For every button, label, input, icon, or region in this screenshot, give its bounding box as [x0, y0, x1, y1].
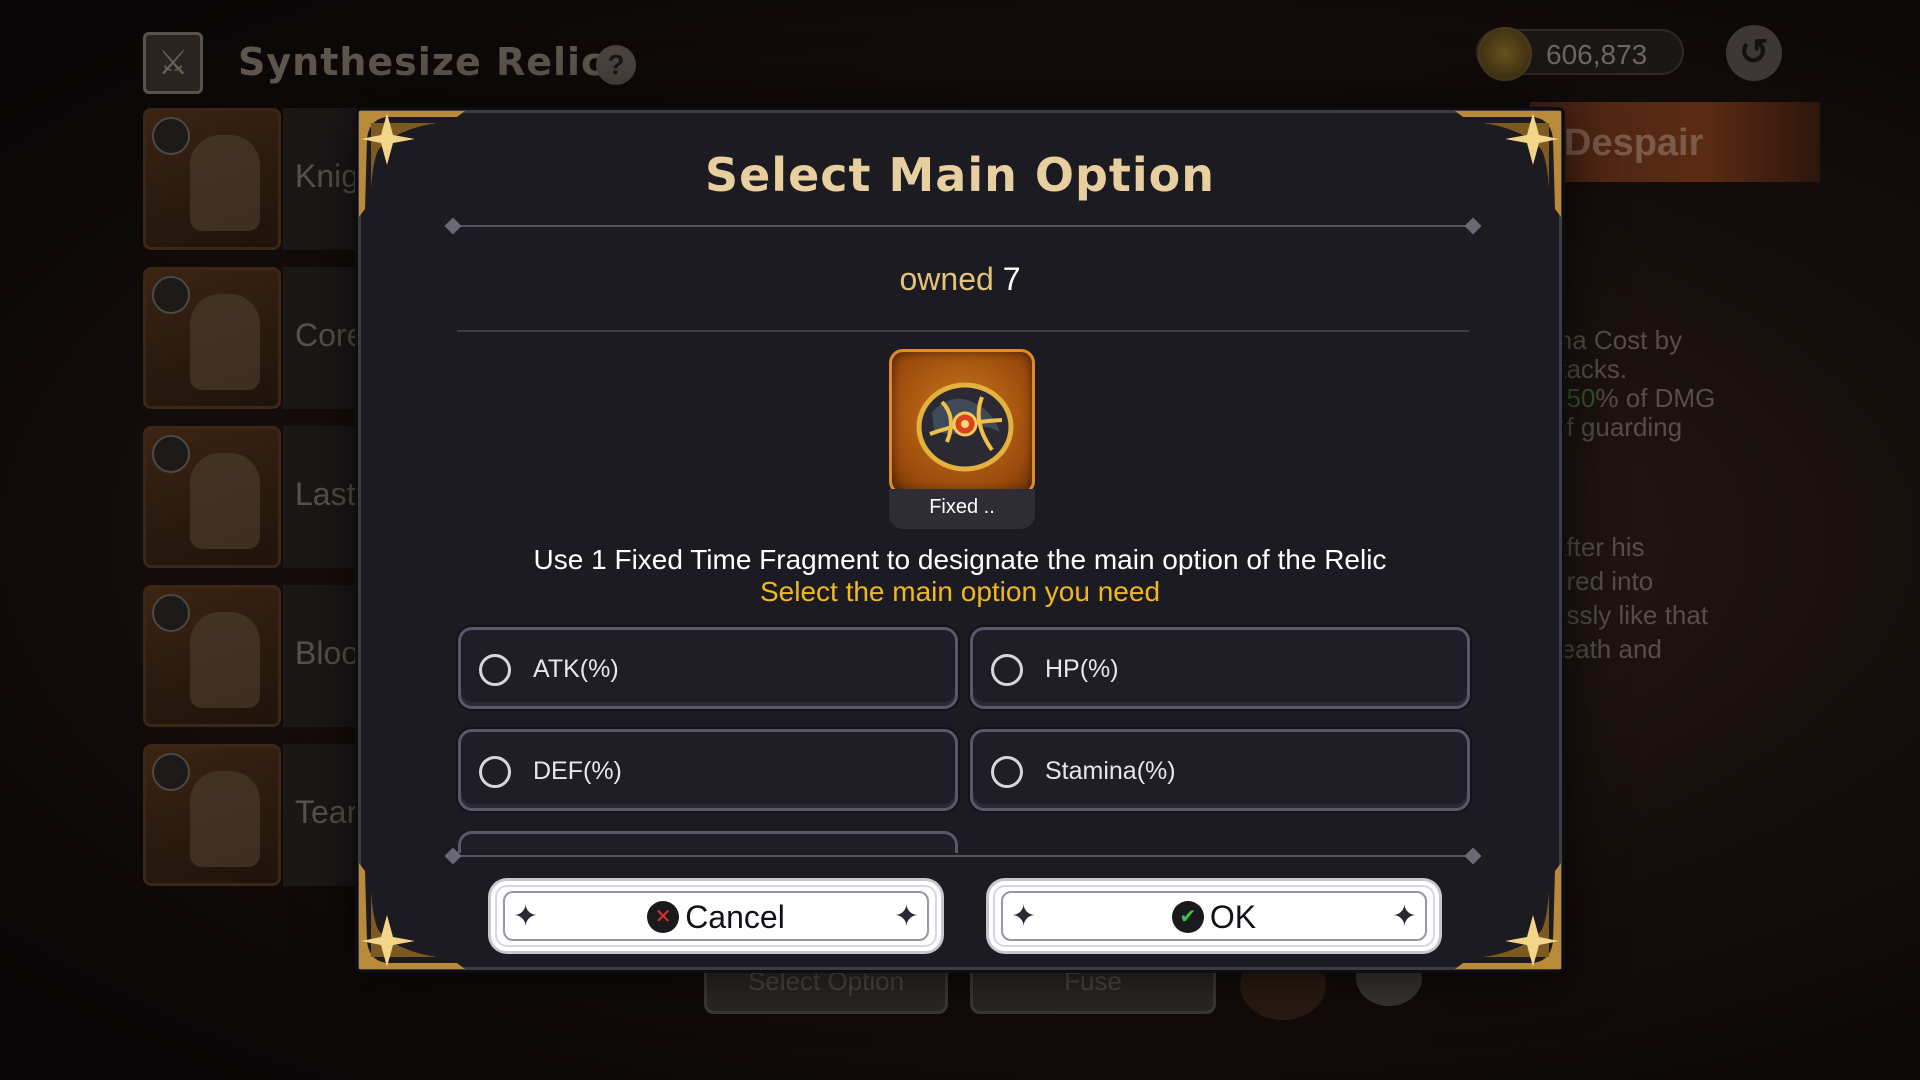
relic-name: Knig — [295, 158, 360, 194]
cancel-button-content: Cancel — [495, 899, 937, 936]
relic-list-item[interactable]: Core — [143, 267, 373, 409]
option-label: HP(%) — [1045, 655, 1119, 683]
relic-thumbnail — [143, 744, 281, 886]
relic-type-icon — [152, 117, 190, 155]
option-radio[interactable] — [479, 756, 511, 788]
option-label: ATK(%) — [533, 655, 619, 683]
help-button[interactable]: ? — [596, 45, 636, 85]
corner-ornament-icon — [359, 863, 465, 969]
relic-thumbnail — [143, 267, 281, 409]
relic-name: Core — [295, 317, 365, 353]
relic-list-item[interactable]: Knig — [143, 108, 373, 250]
relic-detail-line: 250% of DMG — [1552, 383, 1716, 413]
time-fragment-icon — [916, 382, 1014, 472]
dialog-description: Use 1 Fixed Time Fragment to designate t… — [533, 544, 1387, 575]
option-atk[interactable]: ATK(%) — [458, 627, 958, 709]
relic-type-icon — [152, 753, 190, 791]
owned-count: owned 7 — [361, 261, 1559, 298]
option-radio[interactable] — [479, 654, 511, 686]
buttons-divider — [444, 847, 1482, 865]
relic-type-icon — [152, 594, 190, 632]
page-title: Synthesize Relics — [238, 40, 629, 84]
option-hp[interactable]: HP(%) — [970, 627, 1470, 709]
relic-name: Last — [295, 476, 356, 512]
relic-name: Tear — [295, 794, 358, 830]
relic-detail-line: of guarding — [1552, 412, 1683, 442]
relic-image — [190, 453, 260, 549]
relic-list-item[interactable]: Last — [143, 426, 373, 568]
option-radio[interactable] — [991, 756, 1023, 788]
cancel-x-icon — [647, 901, 680, 933]
cancel-button[interactable]: ✦ ✦ Cancel — [491, 881, 941, 951]
relic-detail-line: ina Cost by — [1552, 325, 1683, 355]
cancel-label: Cancel — [685, 899, 785, 935]
title-divider — [444, 217, 1482, 235]
relic-detail-line: reath and — [1552, 634, 1662, 664]
relic-thumbnail — [143, 426, 281, 568]
gold-currency-display: 606,873 — [1476, 27, 1684, 81]
synthesize-emblem-icon: ⚔ — [143, 32, 203, 94]
relic-image — [190, 612, 260, 708]
ok-button[interactable]: ✦ ✦ OK — [989, 881, 1439, 951]
relic-thumbnail — [143, 108, 281, 250]
owned-label: owned — [899, 261, 994, 297]
relic-thumbnail — [143, 585, 281, 727]
relic-list-item[interactable]: Tear — [143, 744, 373, 886]
ok-button-content: OK — [993, 899, 1435, 936]
owned-number: 7 — [1002, 261, 1021, 297]
checkmark-icon — [1171, 901, 1204, 933]
relic-image — [190, 294, 260, 390]
relic-name: Bloo — [295, 635, 360, 671]
relic-list-item[interactable]: Bloo — [143, 585, 373, 727]
option-radio[interactable] — [991, 654, 1023, 686]
option-stamina[interactable]: Stamina(%) — [970, 729, 1470, 811]
option-label: DEF(%) — [533, 757, 622, 785]
relic-detail-line: ered into — [1552, 566, 1654, 596]
fixed-time-fragment-item: Fixed .. — [889, 349, 1035, 529]
dialog-instruction: Select the main option you need — [759, 576, 1161, 607]
relic-image — [190, 135, 260, 231]
back-button[interactable]: ↺ — [1726, 25, 1782, 81]
gold-amount: 606,873 — [1546, 39, 1648, 70]
item-frame — [889, 349, 1035, 495]
option-def[interactable]: DEF(%) — [458, 729, 958, 811]
owned-divider — [457, 330, 1469, 332]
relic-detail-title: Despair — [1564, 122, 1704, 164]
relic-detail-line: ttacks. — [1552, 354, 1628, 384]
option-next-partial[interactable] — [458, 831, 958, 853]
corner-ornament-icon — [1455, 863, 1561, 969]
option-label: Stamina(%) — [1045, 757, 1176, 785]
relic-type-icon — [152, 435, 190, 473]
item-name: Fixed .. — [929, 496, 995, 518]
select-main-option-dialog: Select Main Option owned 7 Fixed .. Use … — [358, 110, 1562, 970]
dialog-title: Select Main Option — [704, 148, 1216, 202]
relic-type-icon — [152, 276, 190, 314]
gold-coin-icon — [1478, 27, 1532, 81]
ok-label: OK — [1209, 899, 1257, 935]
relic-image — [190, 771, 260, 867]
relic-detail-line: after his — [1552, 532, 1645, 562]
relic-detail-line: essly like that — [1552, 600, 1709, 630]
